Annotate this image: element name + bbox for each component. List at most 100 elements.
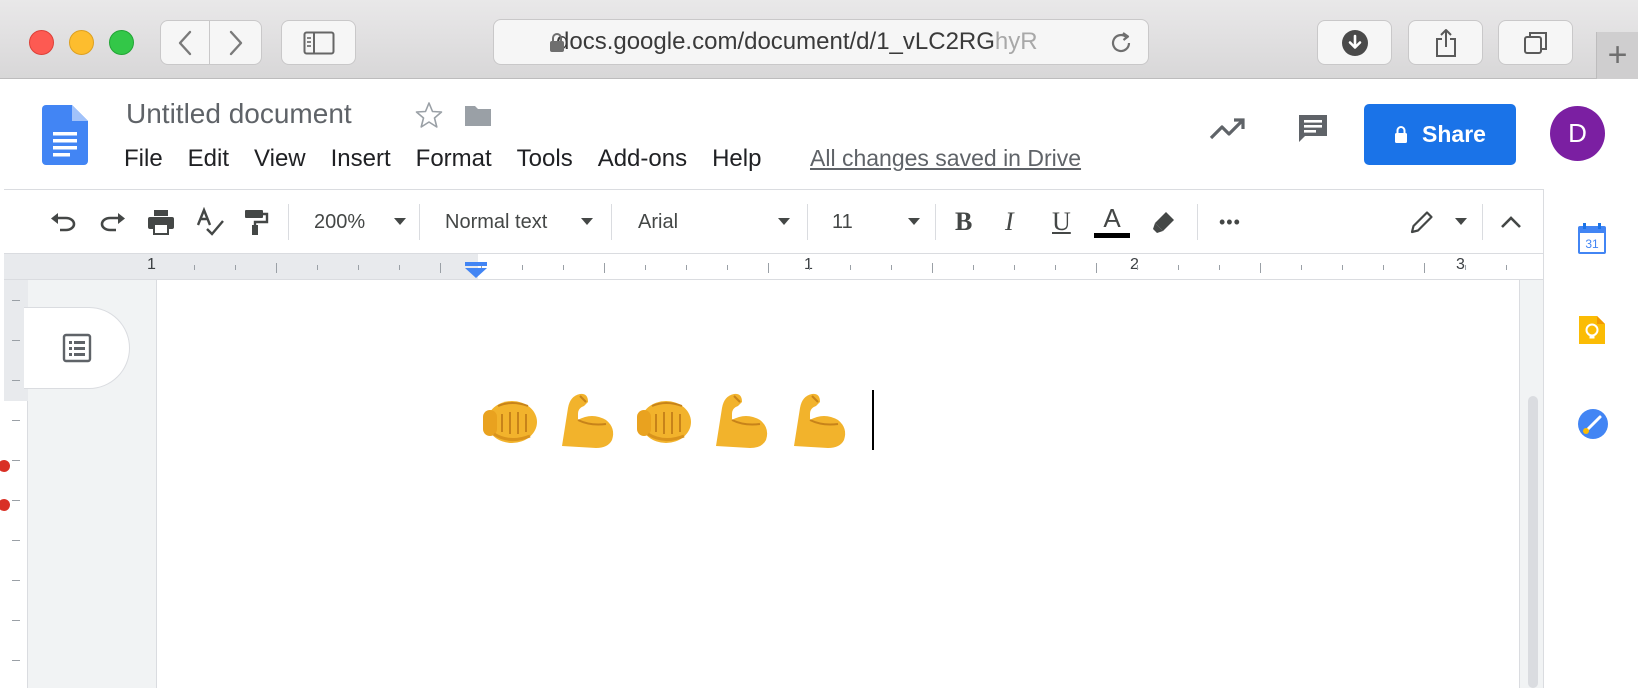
- collapse-menus-button[interactable]: [1500, 204, 1522, 240]
- tasks-button[interactable]: [1577, 408, 1609, 445]
- menu-tools[interactable]: Tools: [517, 145, 573, 173]
- scrollbar-thumb[interactable]: [1528, 396, 1538, 688]
- reload-icon[interactable]: [1108, 30, 1134, 56]
- ruler-tick: [850, 265, 851, 270]
- highlighter-icon: [1153, 212, 1174, 233]
- docs-header: Untitled document File Edit View Insert …: [4, 79, 1638, 189]
- ruler-tick: [1178, 265, 1179, 270]
- chevron-left-icon: [178, 30, 192, 55]
- activity-dashboard-icon[interactable]: [1209, 116, 1245, 140]
- menu-bar: File Edit View Insert Format Tools Add-o…: [124, 145, 786, 173]
- spellcheck-icon: [196, 207, 224, 236]
- ruler-tick: [317, 265, 318, 270]
- undo-button[interactable]: [48, 204, 78, 240]
- italic-button[interactable]: I: [1005, 204, 1014, 240]
- docs-logo-icon[interactable]: [42, 105, 88, 165]
- forward-button[interactable]: [210, 20, 262, 65]
- text-color-letter: A: [1103, 203, 1121, 233]
- font-family-select[interactable]: Arial: [638, 204, 790, 240]
- tasks-icon: [1578, 409, 1608, 439]
- print-button[interactable]: [147, 204, 175, 240]
- ruler-tick: [12, 380, 20, 381]
- chevron-down-icon: [394, 218, 406, 225]
- flexed-biceps-emoji: [562, 393, 614, 448]
- menu-insert[interactable]: Insert: [331, 145, 391, 173]
- address-bar[interactable]: docs.google.com/document/d/1_vLC2RG hyR: [493, 19, 1149, 65]
- oncoming-fist-emoji: [637, 401, 691, 443]
- downloads-button[interactable]: [1317, 20, 1392, 65]
- zoom-select[interactable]: 200%: [314, 204, 406, 240]
- lock-icon: [1395, 125, 1408, 143]
- sidebar-toggle-button[interactable]: [281, 20, 356, 65]
- menu-edit[interactable]: Edit: [188, 145, 229, 173]
- menu-help[interactable]: Help: [712, 145, 761, 173]
- menu-view[interactable]: View: [254, 145, 306, 173]
- keep-icon: [1579, 316, 1605, 344]
- menu-addons[interactable]: Add-ons: [598, 145, 687, 173]
- ruler-tick: [276, 263, 277, 273]
- underline-button[interactable]: U: [1052, 204, 1071, 240]
- font-size-select[interactable]: 11: [832, 204, 920, 240]
- keep-button[interactable]: [1577, 314, 1607, 351]
- close-window-button[interactable]: [29, 30, 54, 55]
- star-icon[interactable]: [415, 101, 443, 129]
- chevron-right-icon: [229, 30, 242, 55]
- toolbar-separator: [611, 204, 612, 240]
- minimize-window-button[interactable]: [69, 30, 94, 55]
- tab-overview-button[interactable]: [1498, 20, 1573, 65]
- lock-icon: [550, 33, 564, 52]
- editing-mode-select[interactable]: [1409, 204, 1467, 240]
- document-page[interactable]: [156, 280, 1520, 688]
- document-title[interactable]: Untitled document: [126, 98, 352, 130]
- bold-button[interactable]: B: [955, 204, 972, 240]
- paint-format-icon: [245, 210, 269, 235]
- ruler-tick: [1096, 263, 1097, 273]
- ruler-tick: [12, 580, 20, 581]
- ruler-tick: [522, 265, 523, 270]
- scrollbar[interactable]: [1523, 280, 1543, 688]
- ruler-tick: [686, 265, 687, 270]
- browser-toolbar: docs.google.com/document/d/1_vLC2RG hyR +: [0, 0, 1638, 79]
- document-text-line[interactable]: [480, 390, 874, 450]
- text-color-swatch: [1094, 233, 1130, 238]
- zoom-value: 200%: [314, 210, 366, 233]
- account-avatar[interactable]: D: [1550, 106, 1605, 161]
- ruler-tick: [1506, 265, 1507, 270]
- ruler-tick: [235, 265, 236, 270]
- indent-marker-icon[interactable]: [465, 262, 487, 278]
- download-icon: [1341, 29, 1368, 56]
- folder-icon[interactable]: [463, 104, 493, 128]
- share-button-label: Share: [1422, 121, 1486, 147]
- redo-button[interactable]: [98, 204, 128, 240]
- zoom-window-button[interactable]: [109, 30, 134, 55]
- ruler-tick: [1260, 263, 1261, 273]
- calendar-button[interactable]: 31: [1577, 223, 1607, 260]
- highlight-color-button[interactable]: [1151, 204, 1177, 240]
- toolbar-separator: [1482, 204, 1483, 240]
- redo-icon: [100, 213, 125, 232]
- paragraph-style-select[interactable]: Normal text: [445, 204, 593, 240]
- paint-format-button[interactable]: [243, 204, 269, 240]
- ruler-tick: [440, 263, 441, 273]
- paragraph-style-value: Normal text: [445, 210, 548, 233]
- new-tab-button[interactable]: +: [1596, 32, 1638, 79]
- share-button[interactable]: Share: [1364, 104, 1516, 165]
- browser-share-button[interactable]: [1408, 20, 1483, 65]
- ruler-tick: [809, 265, 810, 270]
- ruler-tick: [12, 500, 20, 501]
- back-button[interactable]: [160, 20, 210, 65]
- chevron-up-icon: [1501, 216, 1521, 228]
- more-options-button[interactable]: •••: [1219, 204, 1241, 240]
- text-cursor: [872, 390, 874, 450]
- save-status-link[interactable]: All changes saved in Drive: [810, 145, 1081, 172]
- comments-icon[interactable]: [1296, 112, 1330, 146]
- ruler-tick: [399, 265, 400, 270]
- text-color-button[interactable]: A: [1092, 204, 1132, 240]
- menu-format[interactable]: Format: [416, 145, 492, 173]
- ruler-tick: [1055, 265, 1056, 270]
- menu-file[interactable]: File: [124, 145, 163, 173]
- oncoming-fist-emoji: [483, 401, 537, 443]
- document-outline-button[interactable]: [24, 307, 130, 389]
- ruler-marker: [0, 499, 10, 511]
- spellcheck-button[interactable]: [195, 204, 225, 240]
